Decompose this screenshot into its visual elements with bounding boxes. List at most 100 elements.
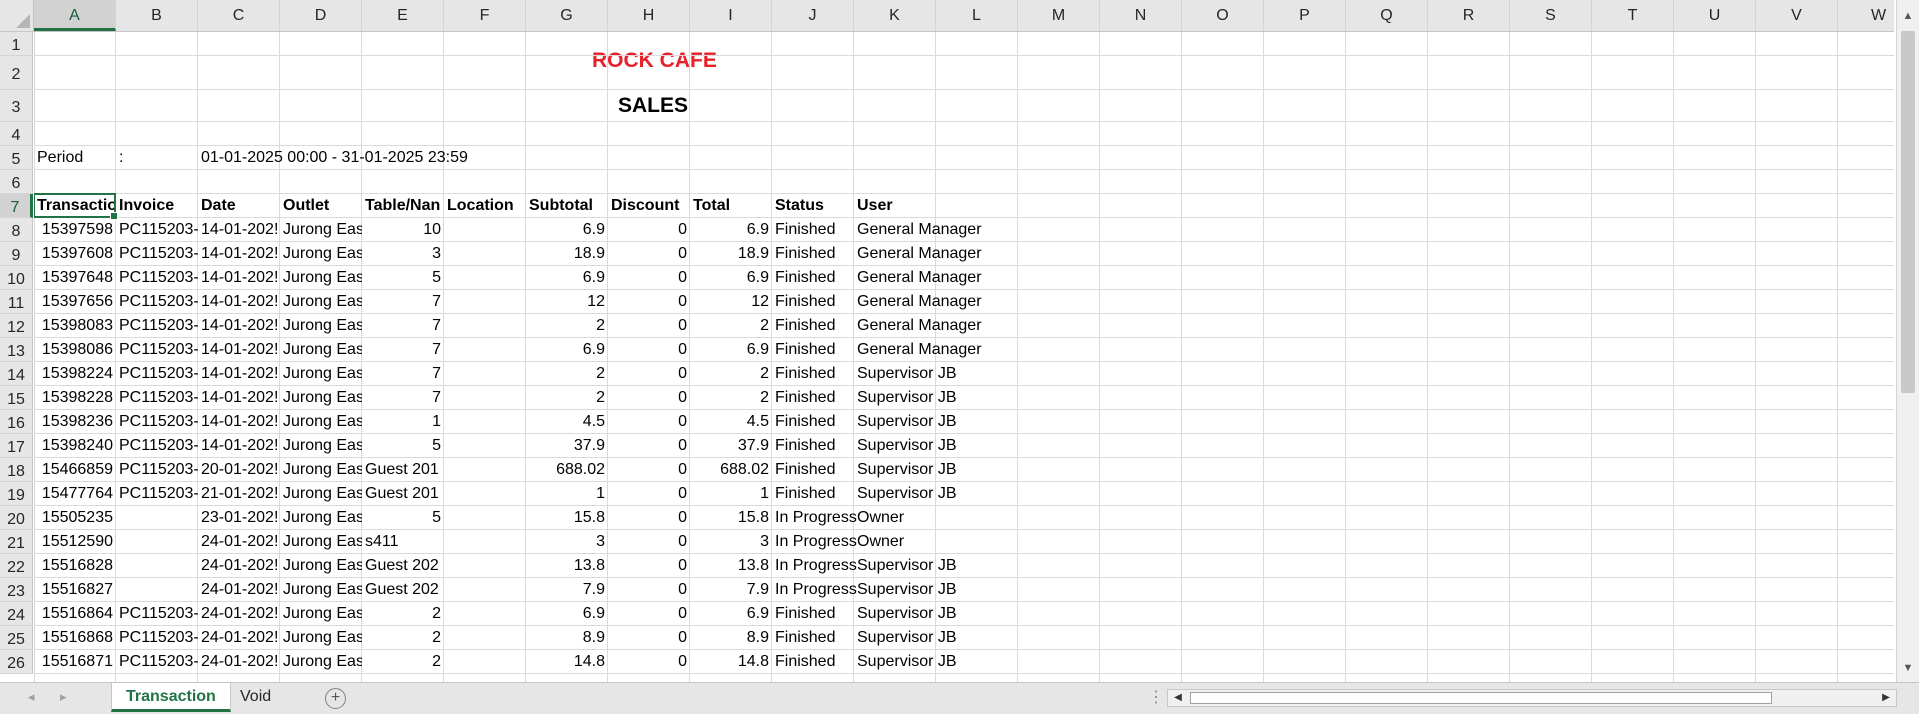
table-cell[interactable] bbox=[116, 506, 198, 529]
table-cell[interactable]: Jurong Eas bbox=[280, 434, 362, 457]
table-cell[interactable]: Jurong Eas bbox=[280, 314, 362, 337]
table-cell[interactable] bbox=[444, 458, 526, 481]
tab-transaction[interactable]: Transaction bbox=[111, 683, 231, 712]
table-cell[interactable]: 6.9 bbox=[526, 218, 608, 241]
table-cell[interactable]: 7 bbox=[362, 386, 444, 409]
row-header-25[interactable]: 25 bbox=[0, 626, 33, 650]
table-cell[interactable]: PC115203- bbox=[116, 290, 198, 313]
table-cell[interactable]: General Manager bbox=[854, 290, 1018, 313]
table-cell[interactable]: 2 bbox=[362, 650, 444, 673]
header-cell[interactable]: Discount bbox=[608, 194, 690, 217]
table-cell[interactable]: 0 bbox=[608, 626, 690, 649]
table-cell[interactable]: 4.5 bbox=[690, 410, 772, 433]
horizontal-scrollbar[interactable]: ◀ ▶ bbox=[1167, 689, 1897, 707]
table-cell[interactable]: 7 bbox=[362, 290, 444, 313]
plus-circle-icon[interactable]: + bbox=[325, 688, 346, 709]
row-header-2[interactable]: 2 bbox=[0, 56, 33, 90]
table-cell[interactable]: 0 bbox=[608, 386, 690, 409]
table-cell[interactable] bbox=[444, 218, 526, 241]
table-cell[interactable]: Jurong Eas bbox=[280, 458, 362, 481]
table-cell[interactable]: s411 bbox=[362, 530, 444, 553]
table-cell[interactable]: 24-01-202! bbox=[198, 554, 280, 577]
table-cell[interactable]: Jurong Eas bbox=[280, 554, 362, 577]
table-cell[interactable]: 24-01-202! bbox=[198, 602, 280, 625]
table-cell[interactable]: PC115203- bbox=[116, 314, 198, 337]
header-cell[interactable]: Transactio bbox=[34, 194, 116, 217]
table-cell[interactable]: Finished bbox=[772, 290, 854, 313]
table-cell[interactable]: 14.8 bbox=[690, 650, 772, 673]
row-header-16[interactable]: 16 bbox=[0, 410, 33, 434]
table-cell[interactable] bbox=[444, 650, 526, 673]
column-header-h[interactable]: H bbox=[608, 0, 690, 31]
table-cell[interactable] bbox=[444, 530, 526, 553]
period-value-cell[interactable]: 01-01-2025 00:00 - 31-01-2025 23:59 bbox=[198, 146, 526, 169]
row-header-18[interactable]: 18 bbox=[0, 458, 33, 482]
table-cell[interactable]: Finished bbox=[772, 410, 854, 433]
tab-scroll-left-icon[interactable]: ◂ bbox=[28, 689, 35, 705]
table-cell[interactable]: 15398083 bbox=[34, 314, 116, 337]
tab-splitter-handle[interactable]: ⋮ bbox=[1148, 687, 1164, 707]
table-cell[interactable]: 7.9 bbox=[690, 578, 772, 601]
table-cell[interactable]: 0 bbox=[608, 578, 690, 601]
cell-grid[interactable]: ROCK CAFE SALES Period:01-01-2025 00:00 … bbox=[34, 32, 1894, 682]
table-cell[interactable]: 15.8 bbox=[526, 506, 608, 529]
header-cell[interactable]: Invoice bbox=[116, 194, 198, 217]
period-sep-cell[interactable]: : bbox=[116, 146, 198, 169]
table-cell[interactable]: Finished bbox=[772, 482, 854, 505]
table-cell[interactable]: 15397598 bbox=[34, 218, 116, 241]
row-header-9[interactable]: 9 bbox=[0, 242, 33, 266]
row-header-26[interactable]: 26 bbox=[0, 650, 33, 674]
table-cell[interactable]: 24-01-202! bbox=[198, 650, 280, 673]
table-cell[interactable]: Jurong Eas bbox=[280, 242, 362, 265]
table-cell[interactable]: 14-01-202! bbox=[198, 242, 280, 265]
table-cell[interactable]: Guest 201 bbox=[362, 458, 444, 481]
table-cell[interactable]: Jurong Eas bbox=[280, 578, 362, 601]
table-cell[interactable]: 15398240 bbox=[34, 434, 116, 457]
row-header-15[interactable]: 15 bbox=[0, 386, 33, 410]
table-cell[interactable]: 2 bbox=[362, 626, 444, 649]
table-cell[interactable]: 0 bbox=[608, 506, 690, 529]
table-cell[interactable]: 2 bbox=[526, 386, 608, 409]
table-cell[interactable]: 1 bbox=[690, 482, 772, 505]
table-cell[interactable]: Finished bbox=[772, 218, 854, 241]
triangle-left-icon[interactable]: ◀ bbox=[1170, 690, 1186, 706]
table-cell[interactable]: In Progress bbox=[772, 554, 857, 577]
table-cell[interactable]: 0 bbox=[608, 218, 690, 241]
table-cell[interactable] bbox=[444, 314, 526, 337]
table-cell[interactable]: PC115203- bbox=[116, 362, 198, 385]
table-cell[interactable]: Jurong Eas bbox=[280, 602, 362, 625]
table-cell[interactable]: 15397648 bbox=[34, 266, 116, 289]
table-cell[interactable]: 14-01-202! bbox=[198, 218, 280, 241]
column-header-i[interactable]: I bbox=[690, 0, 772, 31]
table-cell[interactable]: Supervisor JB bbox=[854, 458, 1018, 481]
table-cell[interactable]: Jurong Eas bbox=[280, 650, 362, 673]
table-cell[interactable]: 14-01-202! bbox=[198, 386, 280, 409]
table-cell[interactable]: 14-01-202! bbox=[198, 314, 280, 337]
header-cell[interactable]: Location bbox=[444, 194, 526, 217]
table-cell[interactable]: 24-01-202! bbox=[198, 578, 280, 601]
table-cell[interactable]: General Manager bbox=[854, 266, 1018, 289]
table-cell[interactable]: 3 bbox=[690, 530, 772, 553]
table-cell[interactable]: General Manager bbox=[854, 242, 1018, 265]
table-cell[interactable]: 0 bbox=[608, 458, 690, 481]
table-cell[interactable]: 21-01-202! bbox=[198, 482, 280, 505]
table-cell[interactable]: 37.9 bbox=[690, 434, 772, 457]
table-cell[interactable]: 14-01-202! bbox=[198, 290, 280, 313]
table-cell[interactable]: PC115203- bbox=[116, 410, 198, 433]
table-cell[interactable]: 14-01-202! bbox=[198, 434, 280, 457]
table-cell[interactable]: Finished bbox=[772, 386, 854, 409]
table-cell[interactable]: 2 bbox=[526, 362, 608, 385]
table-cell[interactable]: 13.8 bbox=[526, 554, 608, 577]
table-cell[interactable]: 6.9 bbox=[690, 338, 772, 361]
header-cell[interactable]: Total bbox=[690, 194, 772, 217]
table-cell[interactable]: 2 bbox=[362, 602, 444, 625]
table-cell[interactable]: 6.9 bbox=[690, 602, 772, 625]
table-cell[interactable]: 7 bbox=[362, 362, 444, 385]
table-cell[interactable]: 6.9 bbox=[690, 266, 772, 289]
column-header-d[interactable]: D bbox=[280, 0, 362, 31]
table-cell[interactable]: 1 bbox=[526, 482, 608, 505]
table-cell[interactable]: PC115203- bbox=[116, 266, 198, 289]
table-cell[interactable]: 15.8 bbox=[690, 506, 772, 529]
table-cell[interactable]: General Manager bbox=[854, 218, 1018, 241]
table-cell[interactable]: 15516827 bbox=[34, 578, 116, 601]
